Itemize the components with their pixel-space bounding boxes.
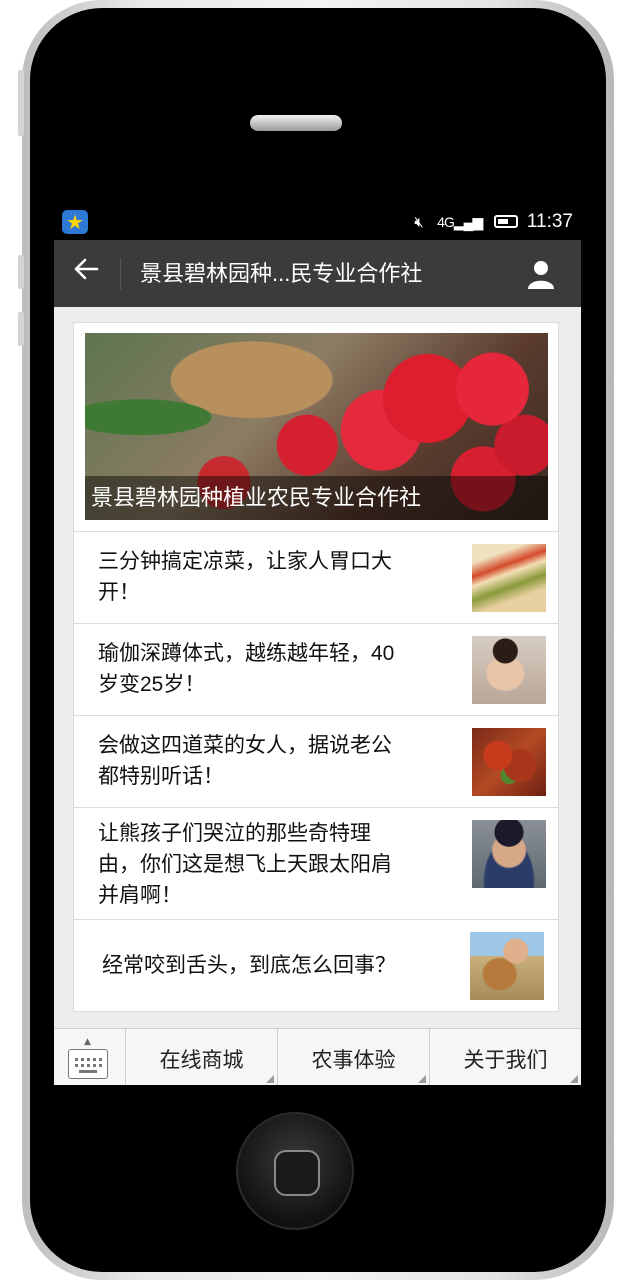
earpiece-speaker [250, 115, 342, 131]
article-thumbnail [470, 932, 544, 1000]
home-button[interactable] [236, 1112, 354, 1230]
mute-switch [18, 70, 24, 136]
article-title: 让熊孩子们哭泣的那些奇特理 由，你们这是想飞上天跟太阳肩 并肩啊！ [98, 822, 392, 907]
article-title: 三分钟搞定凉菜，让家人胃口大 开！ [98, 550, 392, 604]
keyboard-icon [68, 1049, 108, 1079]
hero-caption: 景县碧林园种植业农民专业合作社 [85, 476, 548, 520]
article-list-card: 景县碧林园种植业农民专业合作社 三分钟搞定凉菜，让家人胃口大 开！ 瑜伽深蹲体式，… [73, 322, 559, 1012]
tab-online-mall[interactable]: 在线商城 [126, 1029, 278, 1085]
home-button-square [274, 1150, 320, 1196]
article-thumbnail [472, 636, 546, 704]
list-item[interactable]: 瑜伽深蹲体式，越练越年轻，40 岁变25岁！ [74, 623, 558, 715]
bottom-menu-bar: ▲ 在线商城 农事体验 关于我们 [54, 1028, 581, 1085]
tab-about-us[interactable]: 关于我们 [430, 1029, 581, 1085]
article-thumbnail [472, 728, 546, 796]
article-title: 会做这四道菜的女人，据说老公 都特别听话！ [98, 734, 392, 788]
caret-up-icon: ▲ [84, 1037, 91, 1047]
signal-icon: 4G▂▄▆ [437, 214, 483, 230]
profile-icon[interactable] [525, 258, 557, 290]
article-thumbnail [472, 544, 546, 612]
mute-icon: 🔇︎ [414, 214, 424, 231]
phone-screen: ★ 🔇︎ 4G▂▄▆ 11:37 景县碧林园种...民专业合作社 景县碧林园种植… [54, 204, 581, 1085]
article-title: 经常咬到舌头，到底怎么回事？ [102, 954, 396, 977]
list-item[interactable]: 让熊孩子们哭泣的那些奇特理 由，你们这是想飞上天跟太阳肩 并肩啊！ [74, 807, 558, 919]
back-arrow-icon[interactable] [68, 254, 104, 290]
tab-farm-experience[interactable]: 农事体验 [278, 1029, 430, 1085]
qq-notification-icon: ★ [62, 210, 88, 234]
clock: 11:37 [526, 211, 573, 232]
hero-banner-image[interactable]: 景县碧林园种植业农民专业合作社 [85, 333, 548, 520]
article-title: 瑜伽深蹲体式，越练越年轻，40 岁变25岁！ [98, 642, 395, 696]
volume-down-button [18, 312, 24, 346]
battery-icon [493, 215, 518, 228]
top-nav-bar: 景县碧林园种...民专业合作社 [54, 240, 581, 307]
list-item[interactable]: 会做这四道菜的女人，据说老公 都特别听话！ [74, 715, 558, 807]
status-bar: ★ 🔇︎ 4G▂▄▆ 11:37 [54, 204, 581, 240]
volume-up-button [18, 255, 24, 289]
status-indicators: 🔇︎ 4G▂▄▆ 11:37 [414, 210, 573, 235]
list-item[interactable]: 经常咬到舌头，到底怎么回事？ [74, 919, 558, 1011]
header-divider [120, 258, 121, 290]
keyboard-toggle-button[interactable]: ▲ [54, 1029, 126, 1085]
page-title: 景县碧林园种...民专业合作社 [140, 261, 423, 286]
list-item[interactable]: 三分钟搞定凉菜，让家人胃口大 开！ [74, 531, 558, 623]
article-thumbnail [472, 820, 546, 888]
